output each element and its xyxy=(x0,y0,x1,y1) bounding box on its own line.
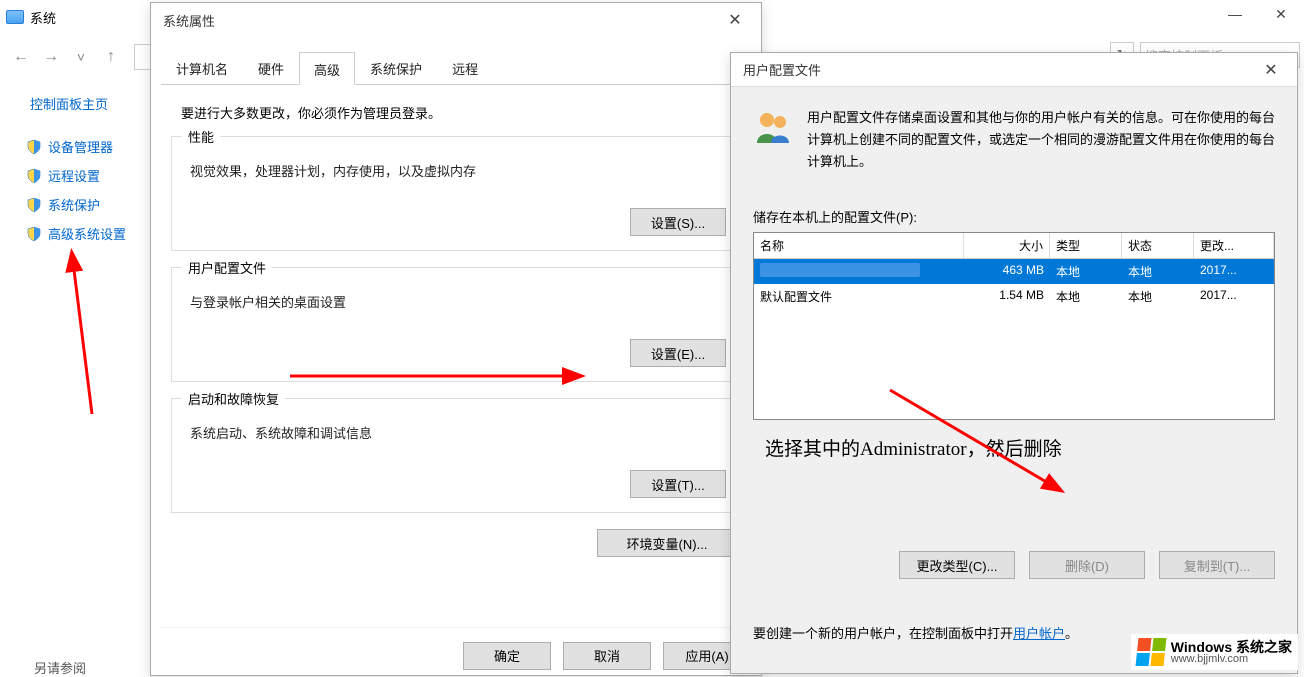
watermark-line1: Windows 系统之家 xyxy=(1171,640,1292,654)
up-button[interactable]: ↑ xyxy=(98,44,124,70)
cell-status: 本地 xyxy=(1122,284,1194,309)
table-row[interactable]: 463 MB 本地 本地 2017... xyxy=(754,259,1274,284)
copy-to-button[interactable]: 复制到(T)... xyxy=(1159,551,1275,579)
group-desc: 视觉效果，处理器计划，内存使用，以及虚拟内存 xyxy=(190,161,726,180)
window-controls: — ✕ xyxy=(1212,0,1304,28)
sidebar-item-device-manager[interactable]: 设备管理器 xyxy=(26,137,140,156)
system-properties-dialog: 系统属性 ✕ 计算机名 硬件 高级 系统保护 远程 要进行大多数更改，你必须作为… xyxy=(150,2,762,676)
cell-type: 本地 xyxy=(1050,259,1122,284)
startup-recovery-group: 启动和故障恢复 系统启动、系统故障和调试信息 设置(T)... xyxy=(171,398,741,513)
sidebar-item-label: 远程设置 xyxy=(48,166,100,185)
environment-variables-button[interactable]: 环境变量(N)... xyxy=(597,529,737,557)
cell-name: 默认配置文件 xyxy=(754,284,964,309)
blurred-name xyxy=(760,263,920,277)
annotation-text: 选择其中的Administrator，然后删除 xyxy=(765,434,1275,461)
sidebar-item-system-protection[interactable]: 系统保护 xyxy=(26,195,140,214)
users-icon xyxy=(753,107,793,147)
admin-note: 要进行大多数更改，你必须作为管理员登录。 xyxy=(181,103,741,122)
user-profiles-description: 用户配置文件存储桌面设置和其他与你的用户帐户有关的信息。可在你使用的每台计算机上… xyxy=(807,107,1275,173)
column-status[interactable]: 状态 xyxy=(1122,233,1194,258)
shield-icon xyxy=(26,197,42,213)
watermark-line2: www.bjjmlv.com xyxy=(1171,654,1292,665)
sidebar-item-label: 设备管理器 xyxy=(48,137,113,156)
table-row[interactable]: 默认配置文件 1.54 MB 本地 本地 2017... xyxy=(754,284,1274,309)
dialog-title: 用户配置文件 xyxy=(731,53,1297,87)
sidebar-item-label: 高级系统设置 xyxy=(48,224,126,243)
group-title: 启动和故障恢复 xyxy=(182,389,285,408)
cell-size: 463 MB xyxy=(964,259,1050,284)
tab-remote[interactable]: 远程 xyxy=(437,51,493,84)
windows-logo-icon xyxy=(1135,638,1166,666)
sidebar-item-label: 系统保护 xyxy=(48,195,100,214)
shield-icon xyxy=(26,226,42,242)
cell-type: 本地 xyxy=(1050,284,1122,309)
change-type-button[interactable]: 更改类型(C)... xyxy=(899,551,1015,579)
shield-icon xyxy=(26,168,42,184)
forward-button[interactable]: → xyxy=(38,44,64,70)
ok-button[interactable]: 确定 xyxy=(463,642,551,670)
column-size[interactable]: 大小 xyxy=(964,233,1050,258)
user-profiles-settings-button[interactable]: 设置(E)... xyxy=(630,339,726,367)
cell-modified: 2017... xyxy=(1194,259,1274,284)
explorer-title: 系统 xyxy=(30,8,56,27)
sidebar-item-remote-settings[interactable]: 远程设置 xyxy=(26,166,140,185)
shield-icon xyxy=(26,139,42,155)
close-button[interactable]: ✕ xyxy=(715,7,755,33)
see-also-heading: 另请参阅 xyxy=(34,658,86,677)
dialog-title: 系统属性 xyxy=(151,3,761,37)
performance-group: 性能 视觉效果，处理器计划，内存使用，以及虚拟内存 设置(S)... xyxy=(171,136,741,251)
cell-size: 1.54 MB xyxy=(964,284,1050,309)
cell-modified: 2017... xyxy=(1194,284,1274,309)
delete-button[interactable]: 删除(D) xyxy=(1029,551,1145,579)
profiles-table[interactable]: 名称 大小 类型 状态 更改... 463 MB 本地 本地 2017... 默… xyxy=(753,232,1275,420)
system-icon xyxy=(6,10,24,24)
minimize-button[interactable]: — xyxy=(1212,0,1258,28)
user-accounts-link[interactable]: 用户帐户 xyxy=(1013,626,1065,641)
tab-computer-name[interactable]: 计算机名 xyxy=(161,51,243,84)
profiles-stored-label: 储存在本机上的配置文件(P): xyxy=(753,207,1275,226)
tab-system-protection[interactable]: 系统保护 xyxy=(355,51,437,84)
table-header: 名称 大小 类型 状态 更改... xyxy=(754,233,1274,259)
group-title: 用户配置文件 xyxy=(182,258,272,277)
column-type[interactable]: 类型 xyxy=(1050,233,1122,258)
annotation-arrow-icon xyxy=(64,244,104,424)
startup-settings-button[interactable]: 设置(T)... xyxy=(630,470,726,498)
user-profiles-group: 用户配置文件 与登录帐户相关的桌面设置 设置(E)... xyxy=(171,267,741,382)
sidebar-item-advanced-system-settings[interactable]: 高级系统设置 xyxy=(26,224,140,243)
column-name[interactable]: 名称 xyxy=(754,233,964,258)
cell-status: 本地 xyxy=(1122,259,1194,284)
tabs: 计算机名 硬件 高级 系统保护 远程 xyxy=(161,51,751,85)
sidebar: 控制面板主页 设备管理器 远程设置 系统保护 高级系统设置 xyxy=(0,86,150,253)
watermark: Windows 系统之家 www.bjjmlv.com xyxy=(1131,634,1298,670)
cancel-button[interactable]: 取消 xyxy=(563,642,651,670)
tab-hardware[interactable]: 硬件 xyxy=(243,51,299,84)
close-button[interactable]: ✕ xyxy=(1258,0,1304,28)
back-button[interactable]: ← xyxy=(8,44,34,70)
user-profiles-dialog: 用户配置文件 ✕ 用户配置文件存储桌面设置和其他与你的用户帐户有关的信息。可在你… xyxy=(730,52,1298,674)
group-desc: 系统启动、系统故障和调试信息 xyxy=(190,423,726,442)
performance-settings-button[interactable]: 设置(S)... xyxy=(630,208,726,236)
control-panel-home-link[interactable]: 控制面板主页 xyxy=(30,94,140,113)
tab-advanced[interactable]: 高级 xyxy=(299,52,355,85)
close-button[interactable]: ✕ xyxy=(1251,57,1291,83)
up-button[interactable]: ˅ xyxy=(68,44,94,70)
column-modified[interactable]: 更改... xyxy=(1194,233,1274,258)
group-title: 性能 xyxy=(182,127,220,146)
group-desc: 与登录帐户相关的桌面设置 xyxy=(190,292,726,311)
